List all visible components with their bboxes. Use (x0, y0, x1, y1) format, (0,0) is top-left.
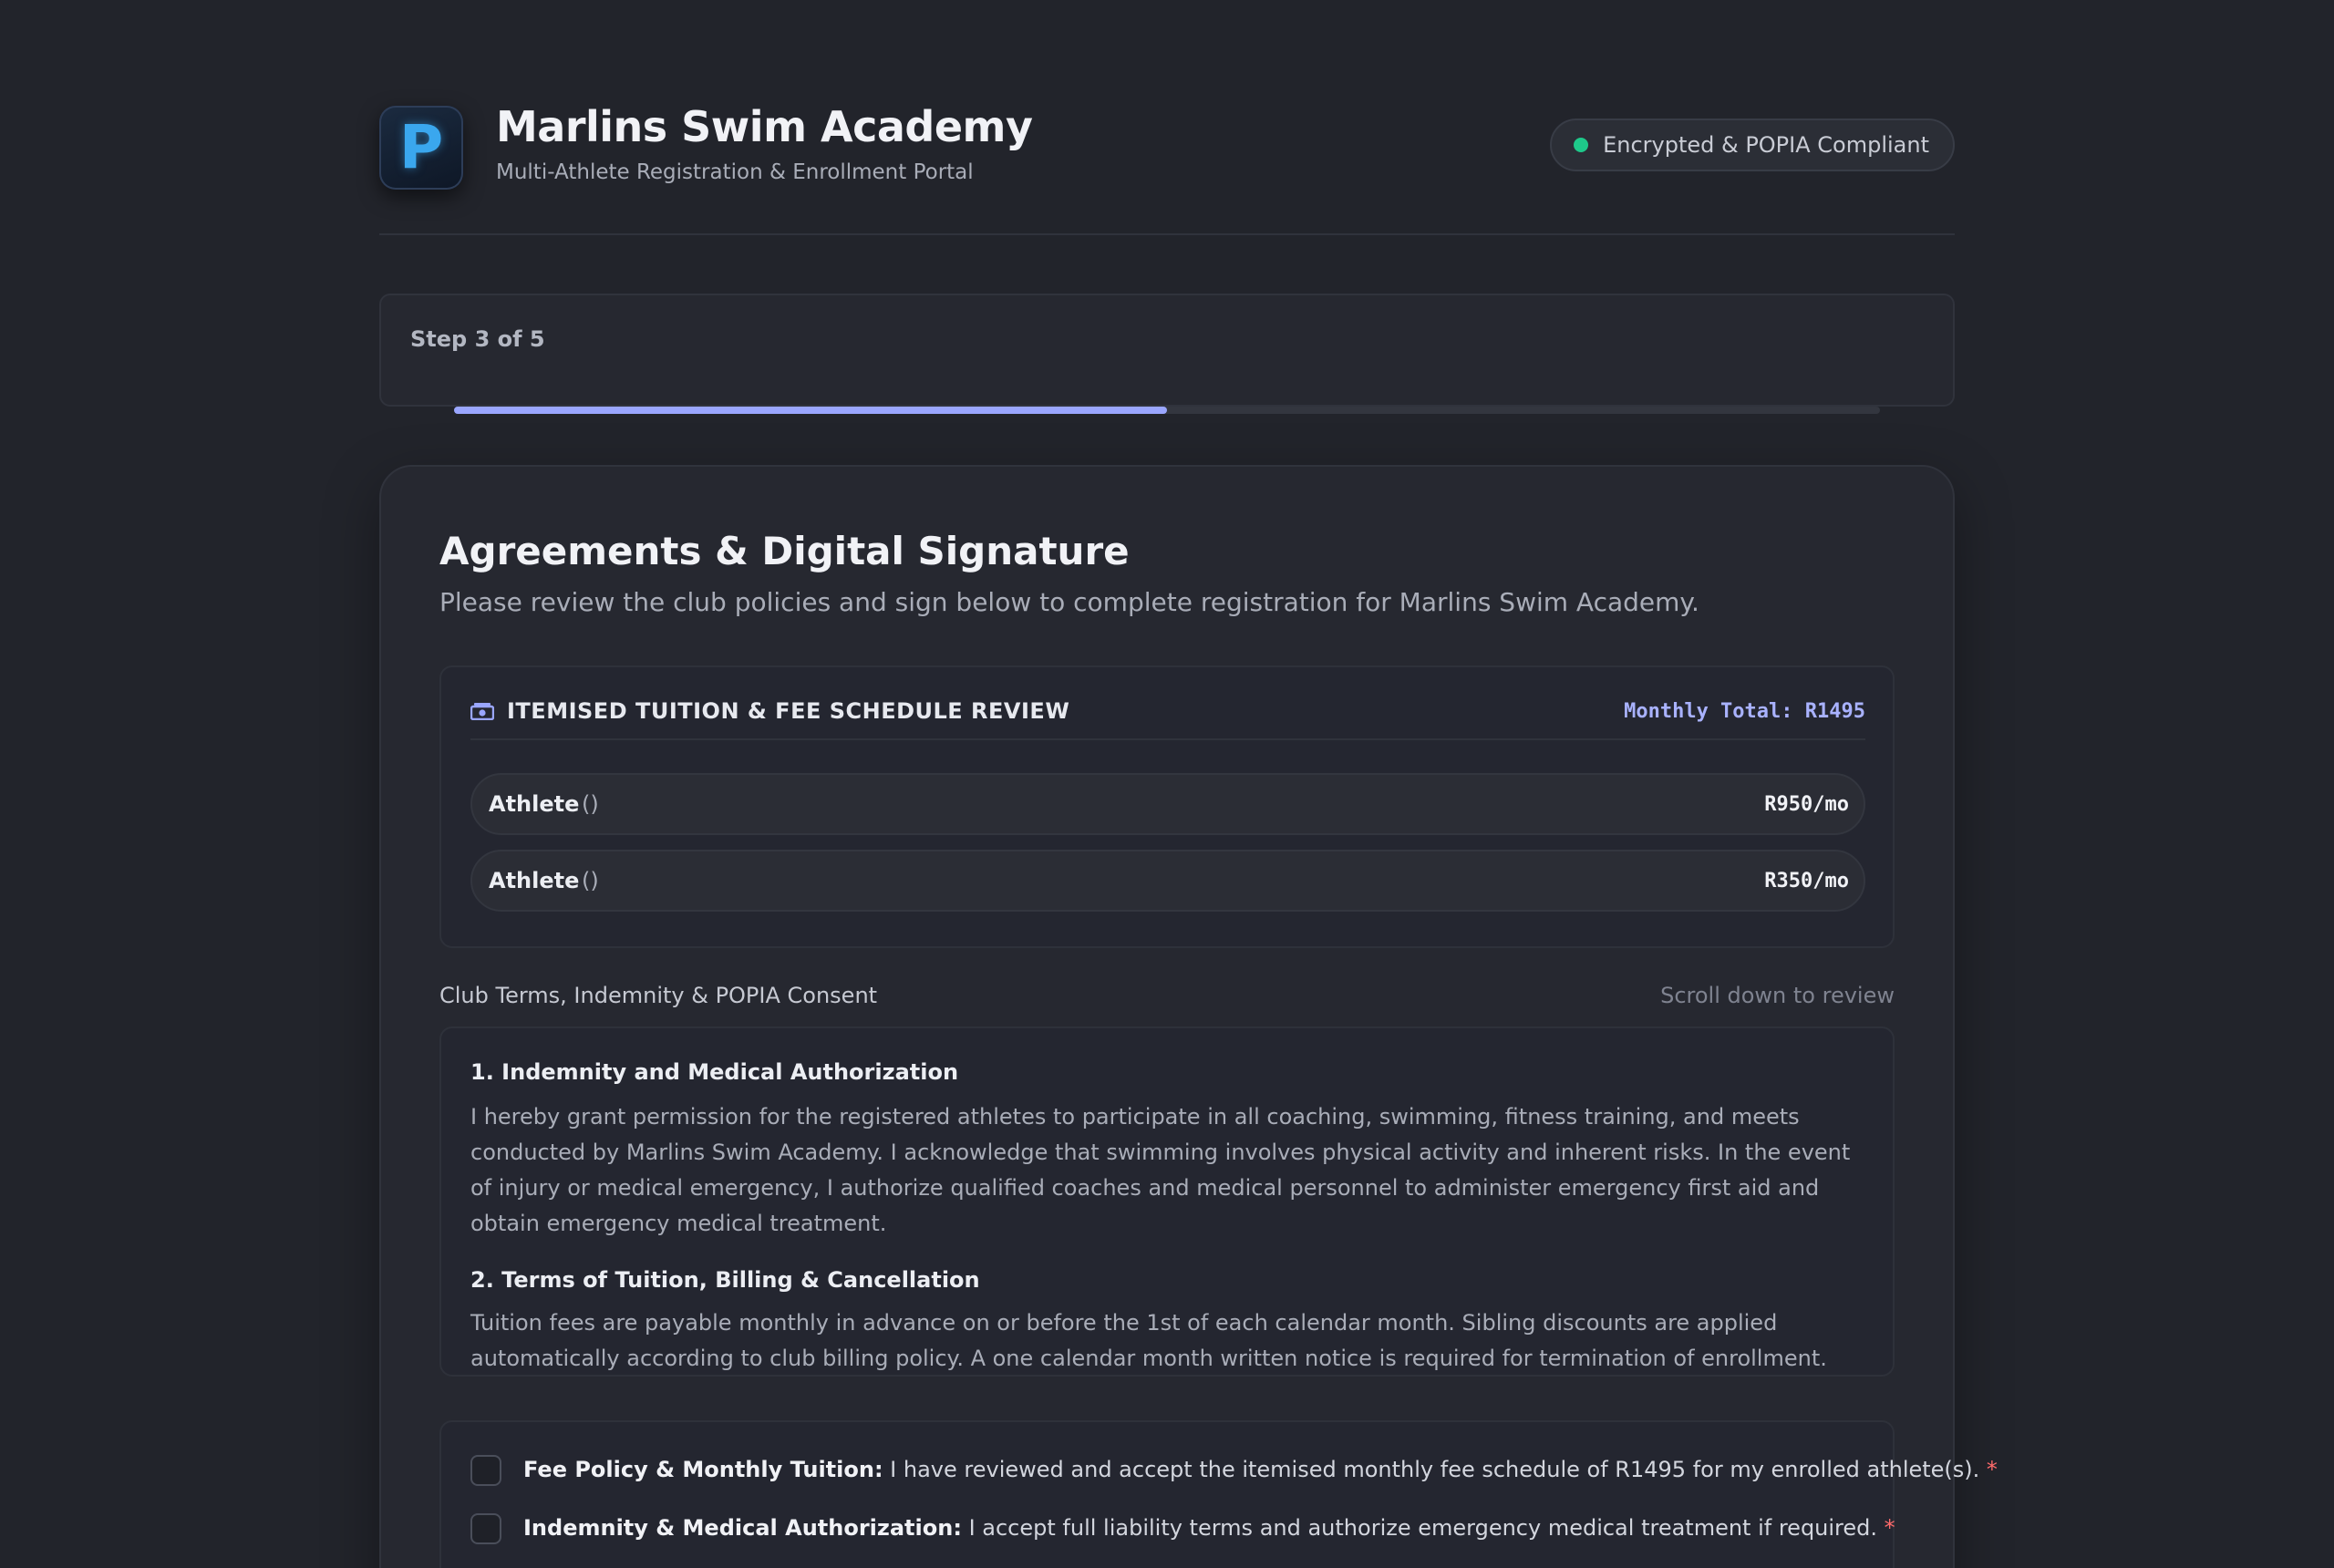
consent-section: Fee Policy & Monthly Tuition: I have rev… (439, 1420, 1998, 1568)
athlete-detail: () (582, 868, 599, 893)
academy-title: Marlins Swim Academy (496, 102, 1033, 151)
agreements-card: Agreements & Digital Signature Please re… (379, 465, 1998, 1568)
fee-row: Athlete () R350/mo (470, 850, 1865, 912)
indemnity-checkbox[interactable] (470, 1513, 501, 1544)
section-subtitle: Please review the club policies and sign… (439, 587, 1699, 617)
consent-text: Indemnity & Medical Authorization: I acc… (523, 1515, 1895, 1541)
progress-bar-fill (454, 407, 1167, 414)
terms-label: Club Terms, Indemnity & POPIA Consent (439, 983, 878, 1008)
consent-fee-policy[interactable]: Fee Policy & Monthly Tuition: I have rev… (470, 1449, 1998, 1490)
athlete-fee: R350/mo (1764, 870, 1849, 892)
academy-logo: P (379, 106, 463, 190)
fee-schedule-header: ITEMISED TUITION & FEE SCHEDULE REVIEW M… (470, 695, 1865, 740)
fee-policy-checkbox[interactable] (470, 1455, 501, 1486)
academy-subtitle: Multi-Athlete Registration & Enrollment … (496, 160, 974, 184)
compliance-badge: Encrypted & POPIA Compliant (1550, 119, 1955, 171)
athlete-fee: R950/mo (1764, 793, 1849, 816)
monthly-total: Monthly Total: R1495 (1624, 700, 1865, 723)
compliance-badge-label: Encrypted & POPIA Compliant (1603, 132, 1929, 158)
consent-text: Fee Policy & Monthly Tuition: I have rev… (523, 1457, 1998, 1482)
fee-schedule-heading: ITEMISED TUITION & FEE SCHEDULE REVIEW (507, 698, 1070, 724)
terms-heading: 2. Terms of Tuition, Billing & Cancellat… (470, 1267, 980, 1293)
page-header: P Marlins Swim Academy Multi-Athlete Reg… (379, 98, 1955, 235)
step-label: Step 3 of 5 (410, 326, 545, 352)
athlete-name: Athlete (489, 868, 580, 893)
section-title: Agreements & Digital Signature (439, 529, 1130, 573)
required-marker: * (1979, 1457, 1998, 1482)
status-dot-icon (1574, 138, 1589, 152)
fee-row: Athlete () R950/mo (470, 773, 1865, 835)
registration-page: P Marlins Swim Academy Multi-Athlete Reg… (0, 0, 2334, 1568)
athlete-name: Athlete (489, 791, 580, 817)
terms-scroll-box[interactable]: 1. Indemnity and Medical Authorization I… (439, 1026, 1895, 1377)
consent-title: Indemnity & Medical Authorization: (523, 1515, 962, 1541)
athlete-detail: () (582, 791, 599, 817)
fee-schedule: ITEMISED TUITION & FEE SCHEDULE REVIEW M… (439, 665, 1895, 948)
consent-body: I have reviewed and accept the itemised … (883, 1457, 1980, 1482)
step-indicator: Step 3 of 5 (379, 294, 1955, 407)
terms-heading: 1. Indemnity and Medical Authorization (470, 1059, 959, 1085)
money-icon (470, 703, 494, 720)
scroll-hint: Scroll down to review (1660, 983, 1895, 1008)
progress-bar (454, 407, 1880, 414)
consent-indemnity[interactable]: Indemnity & Medical Authorization: I acc… (470, 1508, 1895, 1548)
required-marker: * (1877, 1515, 1895, 1541)
consent-body: I accept full liability terms and author… (961, 1515, 1878, 1541)
terms-body: I hereby grant permission for the regist… (470, 1104, 1851, 1236)
terms-body: Tuition fees are payable monthly in adva… (470, 1310, 1827, 1371)
consent-title: Fee Policy & Monthly Tuition: (523, 1457, 883, 1482)
logo-letter: P (398, 112, 444, 182)
